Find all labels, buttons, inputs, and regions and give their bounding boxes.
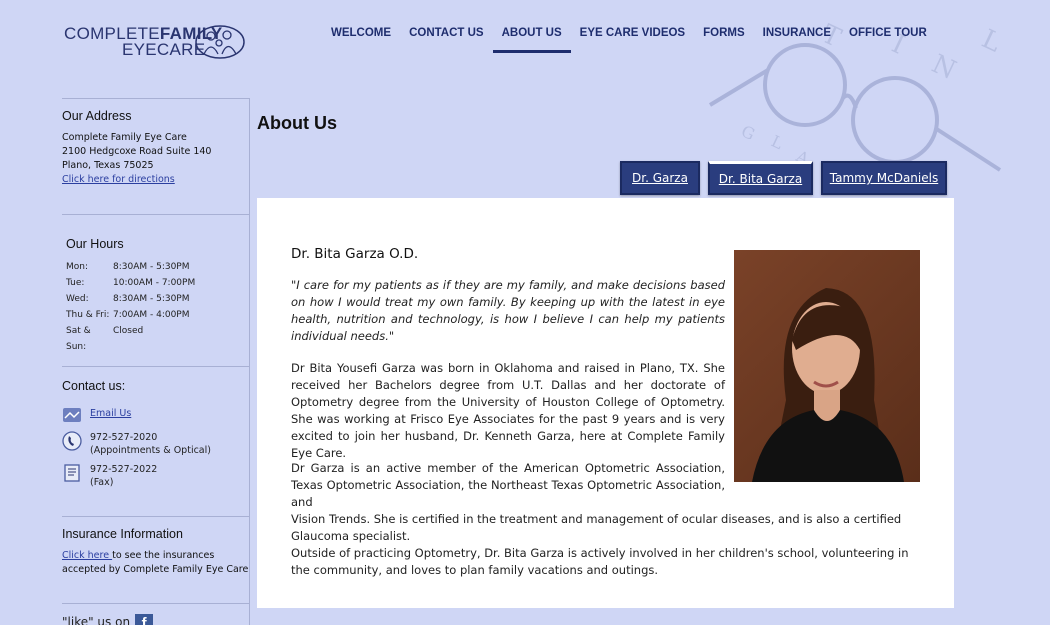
bio-paragraph-2a: Dr Garza is an active member of the Amer… — [291, 461, 725, 509]
fax-icon — [64, 464, 80, 482]
insurance-title: Insurance Information — [62, 527, 183, 541]
logo[interactable]: COMPLETEFAMILY EYECARE — [64, 24, 254, 60]
divider — [62, 603, 250, 604]
svg-text:L: L — [977, 24, 1005, 58]
fax-number: 972-527-2022 — [90, 464, 158, 475]
like-us-text: "like" us on — [62, 615, 131, 625]
facebook-icon[interactable]: f — [135, 614, 154, 625]
svg-text:G: G — [738, 121, 758, 144]
tab-dr-bita-garza[interactable]: Dr. Bita Garza — [708, 161, 813, 195]
email-icon — [63, 408, 81, 422]
page-title: About Us — [257, 113, 337, 133]
bio-paragraph-1: Dr Bita Yousefi Garza was born in Oklaho… — [291, 361, 725, 460]
insurance-section: Insurance Information Click here to see … — [62, 527, 250, 577]
phone-note: (Appointments & Optical) — [90, 445, 211, 456]
street-address: 2100 Hedgcoxe Road Suite 140 — [62, 146, 212, 157]
email-row[interactable]: Email Us — [62, 405, 250, 425]
hours-row: Tue: 10:00AM - 7:00PM — [66, 278, 196, 288]
practice-name: Complete Family Eye Care — [62, 132, 187, 143]
city-state-zip: Plano, Texas 75025 — [62, 160, 154, 171]
hours-row: Mon: 8:30AM - 5:30PM — [66, 262, 190, 272]
fax-row: 972-527-2022 (Fax) — [62, 463, 250, 489]
doctor-quote: "I care for my patients as if they are m… — [291, 278, 725, 343]
tab-tammy-mcdaniels[interactable]: Tammy McDaniels — [821, 161, 947, 195]
bio-paragraph-2b: Vision Trends. She is certified in the t… — [291, 512, 902, 543]
fax-note: (Fax) — [90, 477, 114, 488]
doctor-bio-panel: Dr. Bita Garza O.D. "I care for my patie… — [257, 198, 954, 608]
facebook-section[interactable]: "like" us on f — [62, 611, 250, 625]
nav-eye-care-videos[interactable]: EYE CARE VIDEOS — [571, 26, 694, 52]
phone-row: 972-527-2020 (Appointments & Optical) — [62, 431, 250, 457]
divider — [62, 366, 250, 367]
svg-text:N: N — [927, 49, 960, 86]
doctor-name: Dr. Bita Garza O.D. — [291, 246, 419, 262]
hours-title: Our Hours — [66, 237, 124, 251]
hours-row: Sat & Sun: Closed — [66, 326, 144, 352]
nav-welcome[interactable]: WELCOME — [322, 26, 400, 52]
address-section: Our Address Complete Family Eye Care 210… — [62, 109, 250, 187]
doctor-photo — [734, 250, 920, 482]
contact-section: Contact us: Email Us 972-527-2020 (Appoin… — [62, 379, 250, 495]
sidebar: Our Address Complete Family Eye Care 210… — [62, 98, 250, 625]
family-logo-icon — [195, 25, 245, 59]
hours-row: Wed: 8:30AM - 5:30PM — [66, 294, 190, 304]
phone-number: 972-527-2020 — [90, 432, 158, 443]
doctor-tabs: Dr. Garza Dr. Bita Garza Tammy McDaniels — [620, 161, 955, 195]
divider — [62, 214, 250, 215]
divider — [62, 516, 250, 517]
insurance-link[interactable]: Click here — [62, 550, 112, 561]
nav-contact-us[interactable]: CONTACT US — [400, 26, 493, 52]
svg-text:I: I — [887, 29, 909, 61]
logo-text-bottom: EYECARE — [122, 40, 206, 59]
email-link[interactable]: Email Us — [90, 408, 131, 419]
hours-row: Thu & Fri: 7:00AM - 4:00PM — [66, 310, 190, 320]
nav-about-us[interactable]: ABOUT US — [492, 26, 571, 53]
tab-dr-garza[interactable]: Dr. Garza — [620, 161, 700, 195]
directions-link[interactable]: Click here for directions — [62, 174, 175, 185]
contact-title: Contact us: — [62, 379, 126, 393]
bio-paragraph-3: Outside of practicing Optometry, Dr. Bit… — [291, 546, 909, 577]
doctor-portrait-image — [752, 288, 904, 482]
svg-text:L: L — [768, 131, 786, 153]
phone-icon — [62, 431, 82, 451]
hours-section: Our Hours Mon: 8:30AM - 5:30PM Tue: 10:00A… — [66, 237, 254, 355]
address-title: Our Address — [62, 109, 132, 123]
glasses-decoration-image: T I N L G L A S — [708, 19, 1005, 178]
